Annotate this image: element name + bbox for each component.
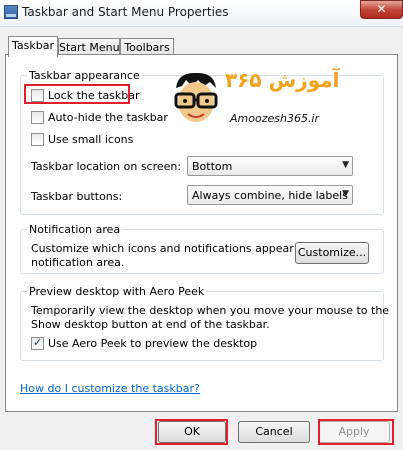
watermark-persian-text: آموزش ۳۶۵ — [225, 68, 340, 92]
use-aero-peek-checkbox[interactable] — [31, 336, 44, 350]
auto-hide-checkbox[interactable] — [31, 111, 44, 124]
taskbar-buttons-label: Taskbar buttons: — [31, 190, 123, 203]
taskbar-location-select[interactable]: Bottom ▼ — [187, 156, 353, 176]
taskbar-location-value: Bottom — [192, 160, 233, 173]
taskbar-properties-icon — [4, 5, 18, 19]
aero-peek-description-line2: Show desktop button at end of the taskba… — [31, 318, 270, 331]
notification-area-group: Notification area Customize which icons … — [20, 223, 384, 274]
help-link[interactable]: How do I customize the taskbar? — [20, 382, 200, 395]
amoozesh365-watermark: آموزش ۳۶۵ Amoozesh365.ir — [170, 68, 380, 132]
notification-area-title: Notification area — [27, 223, 123, 236]
notification-description-line1: Customize which icons and notifications … — [31, 242, 329, 255]
apply-button-highlight — [318, 419, 394, 445]
aero-peek-title: Preview desktop with Aero Peek — [27, 285, 207, 298]
close-button[interactable]: ✕ — [360, 0, 403, 19]
small-icons-checkbox[interactable] — [31, 133, 44, 146]
notification-description-line2: notification area. — [31, 256, 125, 269]
tab-taskbar[interactable]: Taskbar — [8, 36, 58, 57]
customize-button[interactable]: Customize... — [295, 242, 369, 264]
aero-peek-group: Preview desktop with Aero Peek Temporari… — [20, 285, 389, 361]
title-bar: Taskbar and Start Menu Properties ✕ — [0, 0, 403, 27]
chevron-down-icon: ▼ — [342, 160, 349, 170]
taskbar-buttons-value: Always combine, hide labels — [192, 189, 348, 202]
chevron-down-icon: ▼ — [342, 189, 349, 199]
taskbar-buttons-select[interactable]: Always combine, hide labels ▼ — [187, 185, 353, 205]
taskbar-appearance-title: Taskbar appearance — [27, 69, 142, 82]
aero-peek-description-line1: Temporarily view the desktop when you mo… — [31, 304, 390, 317]
ok-button-highlight — [155, 419, 228, 445]
window-title: Taskbar and Start Menu Properties — [22, 5, 229, 19]
watermark-url: Amoozesh365.ir — [230, 112, 320, 125]
use-aero-peek-label: Use Aero Peek to preview the desktop — [48, 337, 258, 350]
small-icons-label: Use small icons — [48, 133, 134, 146]
lock-taskbar-highlight — [24, 84, 130, 104]
mascot-logo-icon — [174, 72, 218, 122]
taskbar-location-label: Taskbar location on screen: — [31, 160, 182, 173]
cancel-button[interactable]: Cancel — [238, 421, 310, 443]
auto-hide-label: Auto-hide the taskbar — [48, 111, 168, 124]
